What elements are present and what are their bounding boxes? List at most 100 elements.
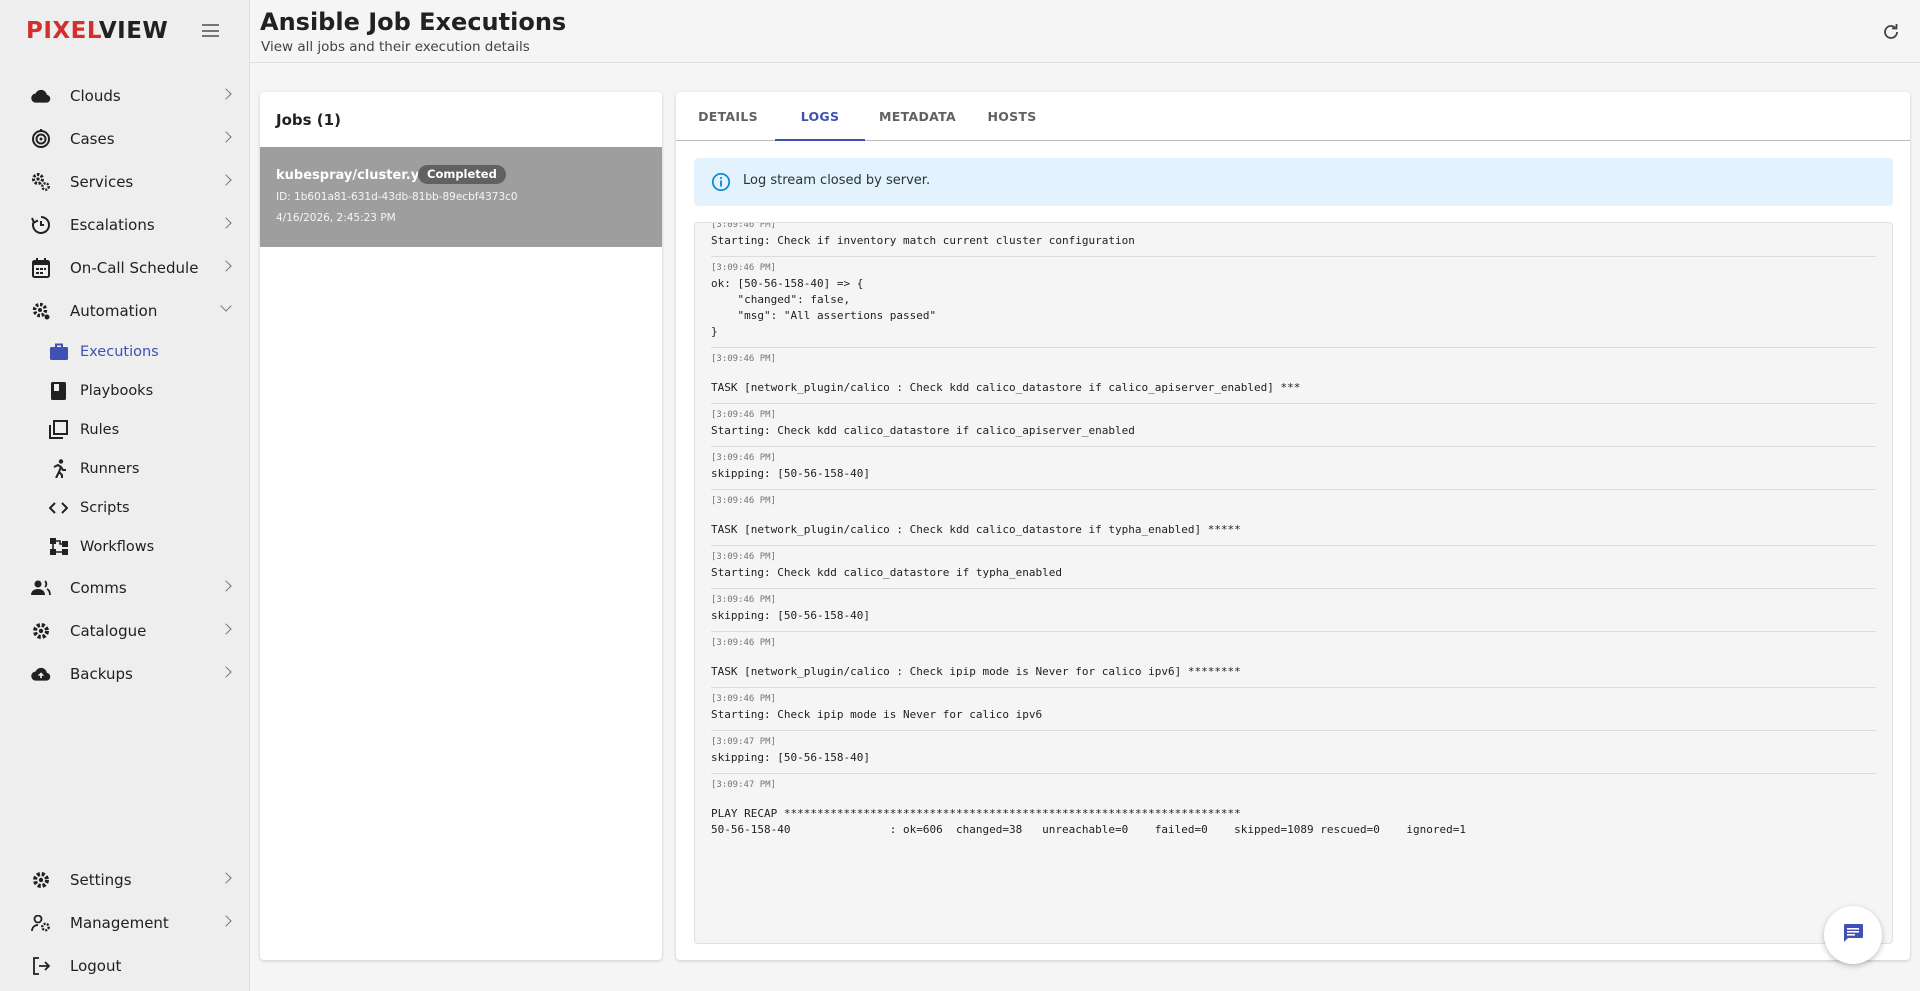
sidebar-item-label: Automation — [70, 301, 158, 320]
refresh-icon[interactable] — [1882, 23, 1900, 41]
chevron-right-icon — [220, 131, 232, 143]
sidebar-item-on-call-schedule[interactable]: On-Call Schedule — [0, 246, 250, 289]
sidebar-item-label: On-Call Schedule — [70, 258, 199, 277]
chevron-right-icon — [220, 580, 232, 592]
sidebar-item-label: Clouds — [70, 86, 121, 105]
sidebar-item-services[interactable]: Services — [0, 160, 250, 203]
log-message: Starting: Check kdd calico_datastore if … — [711, 566, 1062, 579]
workflow-icon — [49, 537, 68, 556]
sidebar-item-comms[interactable]: Comms — [0, 566, 250, 609]
sidebar-item-label: Logout — [70, 956, 122, 975]
sidebar-item-label: Settings — [70, 870, 132, 889]
sidebar-item-label: Backups — [70, 664, 133, 683]
chevron-right-icon — [220, 174, 232, 186]
gears-icon — [31, 172, 51, 192]
jobs-panel: Jobs (1) kubespray/cluster.yml Completed… — [260, 92, 662, 960]
sidebar-subitem-workflows[interactable]: Workflows — [0, 527, 250, 566]
menu-toggle-icon[interactable] — [202, 24, 219, 37]
log-entry: [3:09:46 PM] TASK [network_plugin/calico … — [711, 490, 1876, 546]
log-message: Starting: Check kdd calico_datastore if … — [711, 424, 1135, 437]
chevron-right-icon — [220, 915, 232, 927]
sidebar-subitem-rules[interactable]: Rules — [0, 410, 250, 449]
log-message: TASK [network_plugin/calico : Check kdd … — [711, 523, 1241, 536]
info-icon — [711, 172, 731, 192]
job-list-item[interactable]: kubespray/cluster.yml Completed ID: 1b60… — [260, 147, 662, 247]
job-details-panel: DETAILS LOGS METADATA HOSTS Log stream c… — [676, 92, 1910, 960]
people-icon — [31, 578, 51, 598]
runner-icon — [49, 459, 68, 478]
log-entry: [3:09:46 PM] Starting: Check ipip mode is… — [711, 688, 1876, 731]
jobs-title: Jobs (1) — [276, 111, 341, 129]
sidebar-subitem-executions[interactable]: Executions — [0, 332, 250, 371]
sidebar-subitem-scripts[interactable]: Scripts — [0, 488, 250, 527]
log-timestamp: [3:09:46 PM] — [711, 453, 777, 463]
log-message: TASK [network_plugin/calico : Check ipip… — [711, 665, 1241, 678]
log-entry: [3:09:47 PM] skipping: [50-56-158-40] — [711, 731, 1876, 774]
cloud-upload-icon — [31, 664, 51, 684]
target-icon — [31, 129, 51, 149]
page-header: Ansible Job Executions View all jobs and… — [250, 0, 1920, 63]
log-timestamp: [3:09:46 PM] — [711, 354, 777, 364]
sidebar-subitem-label: Rules — [80, 421, 120, 438]
log-timestamp: [3:09:46 PM] — [711, 222, 777, 230]
log-timestamp: [3:09:47 PM] — [711, 780, 777, 790]
sidebar-item-label: Escalations — [70, 215, 155, 234]
sidebar-item-backups[interactable]: Backups — [0, 652, 250, 695]
page-title: Ansible Job Executions — [260, 8, 567, 36]
log-timestamp: [3:09:46 PM] — [711, 694, 777, 704]
settings-icon — [31, 621, 51, 641]
sidebar-item-settings[interactable]: Settings — [0, 858, 250, 901]
sidebar-item-cases[interactable]: Cases — [0, 117, 250, 160]
code-icon — [49, 498, 68, 517]
status-badge: Completed — [418, 165, 506, 184]
settings-icon — [31, 870, 51, 890]
sidebar-item-escalations[interactable]: Escalations — [0, 203, 250, 246]
sidebar-item-clouds[interactable]: Clouds — [0, 74, 250, 117]
chevron-right-icon — [220, 88, 232, 100]
sidebar-item-management[interactable]: Management — [0, 901, 250, 944]
chat-button[interactable] — [1824, 906, 1882, 964]
sidebar-subitem-label: Playbooks — [80, 382, 154, 399]
tab-metadata[interactable]: METADATA — [865, 92, 970, 141]
log-entry: [3:09:47 PM] PLAY RECAP *****************… — [711, 774, 1876, 845]
alert-message: Log stream closed by server. — [743, 173, 931, 188]
cloud-icon — [31, 86, 51, 106]
log-viewer[interactable]: [3:09:46 PM] Starting: Check if inventory… — [694, 222, 1893, 944]
sidebar-subitem-label: Workflows — [80, 538, 155, 555]
sidebar-subitem-playbooks[interactable]: Playbooks — [0, 371, 250, 410]
sidebar-item-logout[interactable]: Logout — [0, 944, 250, 987]
log-timestamp: [3:09:46 PM] — [711, 595, 777, 605]
logout-icon — [31, 956, 51, 976]
logo[interactable]: PIXELVIEW — [26, 18, 168, 44]
log-entry: [3:09:46 PM] Starting: Check kdd calico_d… — [711, 404, 1876, 447]
chevron-right-icon — [220, 260, 232, 272]
log-timestamp: [3:09:46 PM] — [711, 552, 777, 562]
log-timestamp: [3:09:46 PM] — [711, 496, 777, 506]
tab-logs[interactable]: LOGS — [775, 92, 865, 141]
log-message: skipping: [50-56-158-40] — [711, 751, 870, 764]
sidebar-subitem-label: Scripts — [80, 499, 130, 516]
tab-hosts[interactable]: HOSTS — [970, 92, 1054, 141]
gear-icon — [31, 301, 51, 321]
manage-accounts-icon — [31, 913, 51, 933]
sidebar-nav: Clouds Cases Services Escalations On-Cal… — [0, 74, 250, 695]
chat-icon — [1841, 921, 1865, 949]
sidebar-item-label: Cases — [70, 129, 115, 148]
log-timestamp: [3:09:47 PM] — [711, 737, 777, 747]
log-message: Starting: Check if inventory match curre… — [711, 234, 1135, 247]
chevron-right-icon — [220, 872, 232, 884]
logo-row: PIXELVIEW — [0, 0, 249, 62]
log-timestamp: [3:09:46 PM] — [711, 638, 777, 648]
chevron-right-icon — [220, 623, 232, 635]
sidebar-subitem-label: Runners — [80, 460, 140, 477]
log-entry: [3:09:46 PM] skipping: [50-56-158-40] — [711, 447, 1876, 490]
job-date: 4/16/2026, 2:45:23 PM — [276, 212, 396, 224]
sidebar-item-label: Catalogue — [70, 621, 147, 640]
sidebar-item-catalogue[interactable]: Catalogue — [0, 609, 250, 652]
chevron-right-icon — [220, 666, 232, 678]
logo-part-1: PIXEL — [26, 18, 99, 44]
sidebar-subitem-runners[interactable]: Runners — [0, 449, 250, 488]
log-timestamp: [3:09:46 PM] — [711, 263, 777, 273]
tab-details[interactable]: DETAILS — [676, 92, 780, 141]
sidebar-item-automation[interactable]: Automation — [0, 289, 250, 332]
